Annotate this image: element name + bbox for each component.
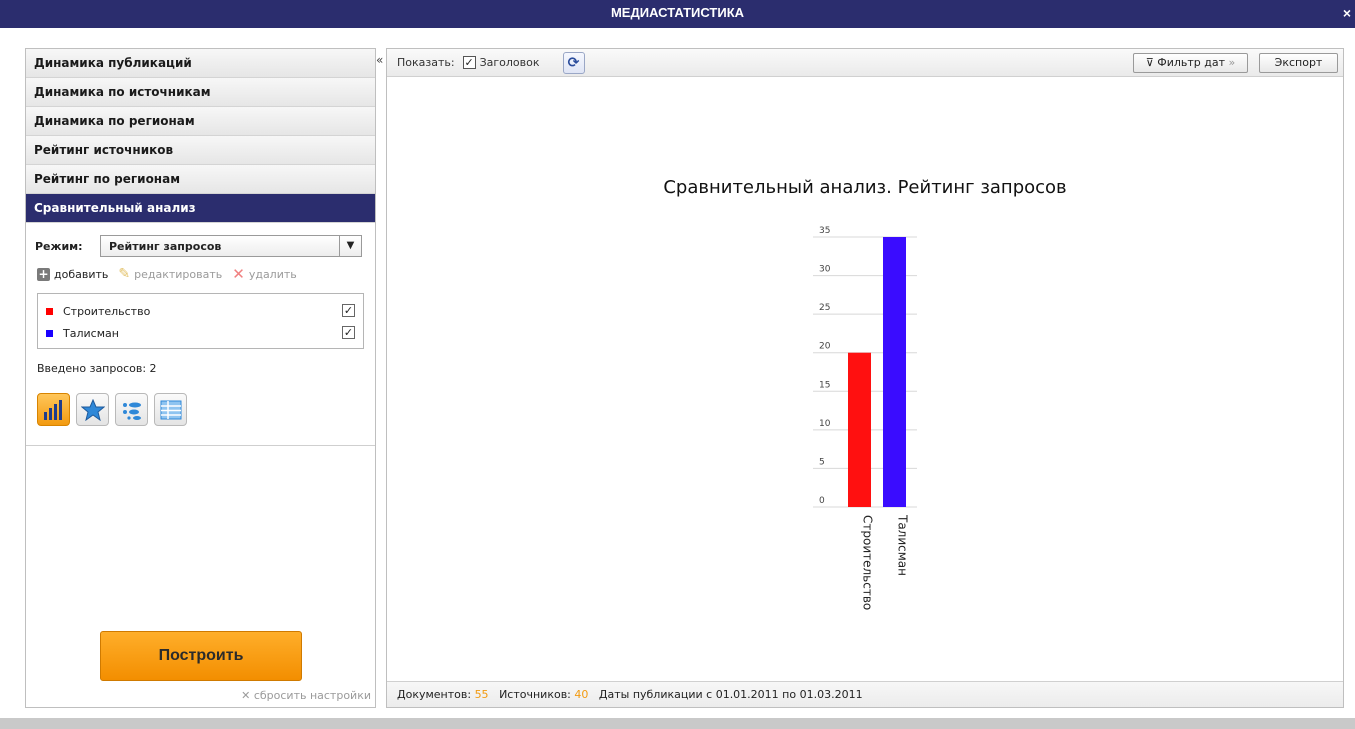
view-switcher [37, 393, 375, 426]
list-item[interactable]: Талисман ✓ [38, 322, 363, 344]
star-chart-view-button[interactable] [76, 393, 109, 426]
reset-settings-label: сбросить настройки [253, 689, 371, 702]
query-color-swatch [46, 307, 53, 315]
bubble-chart-icon [122, 402, 141, 420]
bar-chart-view-button[interactable] [37, 393, 70, 426]
add-query-label: добавить [54, 267, 109, 281]
publication-dates: Даты публикации с 01.01.2011 по 01.03.20… [598, 688, 863, 701]
header-label: Заголовок [479, 56, 540, 69]
filter-icon: ⊽ [1145, 56, 1154, 69]
reset-settings-link[interactable]: ✕ сбросить настройки [241, 689, 371, 702]
bar-2 [883, 237, 906, 507]
star-chart-icon [80, 398, 105, 421]
window-title: МЕДИАСТАТИСТИКА [610, 5, 745, 20]
sidebar-section-sources-rating[interactable]: Рейтинг источников [26, 136, 375, 165]
status-bar: Документов: 55 Источников: 40 Даты публи… [387, 681, 1343, 707]
query-checkbox[interactable]: ✓ [342, 304, 355, 317]
sources-count: 40 [574, 688, 589, 701]
sources-label: Источников: [499, 688, 571, 701]
mode-row: Режим: Рейтинг запросов ▼ [35, 235, 375, 257]
collapse-sidebar-icon[interactable]: « [376, 48, 386, 76]
sidebar-section-publications-dynamics[interactable]: Динамика публикаций [26, 49, 375, 78]
date-filter-label: Фильтр дат [1157, 56, 1226, 69]
refresh-icon[interactable]: ⟳ [562, 51, 585, 74]
mode-select[interactable]: Рейтинг запросов ▼ [100, 235, 362, 257]
build-button[interactable]: Построить [100, 631, 302, 681]
x-category-label: Строительство [861, 515, 875, 610]
table-icon [160, 400, 181, 419]
query-label: Строительство [63, 304, 151, 318]
query-actions: + добавить ✎ редактировать ✕ удалить [37, 265, 375, 283]
chevron-down-icon[interactable]: ▼ [339, 236, 361, 256]
close-icon: ✕ [241, 689, 251, 702]
bar-chart: 0 5 10 15 20 25 30 35 Строительство Талисман [813, 226, 917, 610]
query-list: Строительство ✓ Талисман ✓ [37, 293, 364, 349]
sidebar-section-comparative-analysis[interactable]: Сравнительный анализ [26, 194, 375, 223]
y-tick-label: 15 [819, 380, 830, 390]
y-tick-label: 35 [819, 226, 830, 236]
bar-chart-icon [43, 399, 62, 420]
bar-1 [848, 352, 871, 507]
bubble-chart-view-button[interactable] [115, 393, 148, 426]
main-panel: Показать: ✓ Заголовок ⟳ ⊽ Фильтр дат » Э… [386, 48, 1344, 708]
documents-count: 55 [474, 688, 489, 701]
y-tick-label: 25 [819, 303, 830, 313]
show-label: Показать: [397, 56, 455, 69]
y-tick-label: 10 [819, 419, 831, 429]
edit-query-label: редактировать [134, 267, 223, 281]
y-tick-label: 5 [819, 457, 825, 467]
header-checkbox[interactable]: ✓ [462, 56, 476, 69]
y-tick-label: 0 [819, 496, 825, 506]
sidebar-section-sources-dynamics[interactable]: Динамика по источникам [26, 78, 375, 107]
delete-query-label: удалить [248, 267, 297, 281]
edit-query-button[interactable]: ✎ редактировать [118, 266, 222, 282]
pencil-icon: ✎ [118, 266, 131, 282]
query-checkbox[interactable]: ✓ [342, 326, 355, 339]
date-filter-button[interactable]: ⊽ Фильтр дат » [1133, 53, 1248, 73]
chart-toolbar: Показать: ✓ Заголовок ⟳ ⊽ Фильтр дат » Э… [387, 49, 1343, 77]
x-category-label: Талисман [896, 514, 910, 576]
delete-query-button[interactable]: ✕ удалить [232, 265, 297, 283]
y-tick-label: 20 [819, 342, 831, 352]
window-titlebar: МЕДИАСТАТИСТИКА × [0, 0, 1355, 28]
documents-label: Документов: [397, 688, 472, 701]
mode-label: Режим: [35, 239, 83, 253]
close-icon[interactable]: × [1343, 0, 1351, 26]
bottom-strip [0, 718, 1355, 729]
mode-select-value: Рейтинг запросов [109, 239, 222, 253]
table-view-button[interactable] [154, 393, 187, 426]
plus-icon: + [37, 266, 50, 281]
chevron-down-icon: » [1228, 56, 1236, 69]
sidebar-panel: Динамика публикаций Динамика по источник… [25, 48, 376, 708]
sidebar-divider [26, 445, 375, 446]
add-query-button[interactable]: + добавить [37, 266, 109, 281]
query-label: Талисман [63, 326, 119, 340]
query-count: Введено запросов: 2 [37, 362, 157, 375]
export-button[interactable]: Экспорт [1259, 53, 1338, 73]
query-color-swatch [46, 329, 53, 337]
sidebar-section-regions-dynamics[interactable]: Динамика по регионам [26, 107, 375, 136]
list-item[interactable]: Строительство ✓ [38, 300, 363, 322]
y-tick-label: 30 [819, 265, 831, 275]
sidebar-section-regions-rating[interactable]: Рейтинг по регионам [26, 165, 375, 194]
delete-icon: ✕ [232, 265, 245, 283]
